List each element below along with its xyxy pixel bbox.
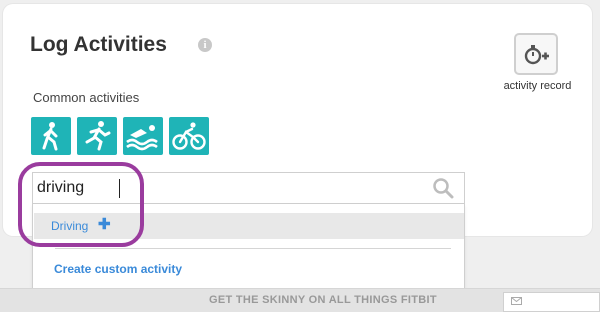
search-icon[interactable] (432, 177, 454, 199)
footer-bar: GET THE SKINNY ON ALL THINGS FITBIT (0, 288, 600, 312)
footer-text: GET THE SKINNY ON ALL THINGS FITBIT (209, 294, 437, 306)
activity-record-label: activity record (503, 80, 572, 92)
bike-icon (172, 122, 206, 150)
walk-icon (42, 122, 58, 151)
mail-icon (511, 297, 522, 305)
run-icon (85, 121, 111, 151)
activity-record-button[interactable] (514, 33, 558, 75)
swim-activity-button[interactable] (123, 117, 163, 155)
result-label: Driving (51, 219, 89, 233)
activity-search-input[interactable] (37, 176, 417, 200)
walk-activity-button[interactable] (31, 117, 71, 155)
bike-activity-button[interactable] (169, 117, 209, 155)
result-item-driving[interactable]: Driving ✚ (34, 213, 464, 239)
text-cursor (119, 179, 120, 198)
common-activities-label: Common activities (33, 90, 140, 105)
add-plus-icon[interactable]: ✚ (98, 217, 111, 232)
newsletter-email-field[interactable] (503, 292, 600, 312)
search-results-dropdown: Driving ✚ Create custom activity (32, 204, 465, 290)
create-custom-activity-link[interactable]: Create custom activity (54, 262, 182, 276)
activity-search-box[interactable] (32, 172, 465, 204)
divider (55, 248, 451, 249)
stopwatch-plus-icon (524, 45, 549, 65)
run-activity-button[interactable] (77, 117, 117, 155)
swim-icon (126, 125, 158, 151)
page-title: Log Activities (30, 33, 167, 56)
info-icon[interactable]: i (198, 38, 212, 52)
